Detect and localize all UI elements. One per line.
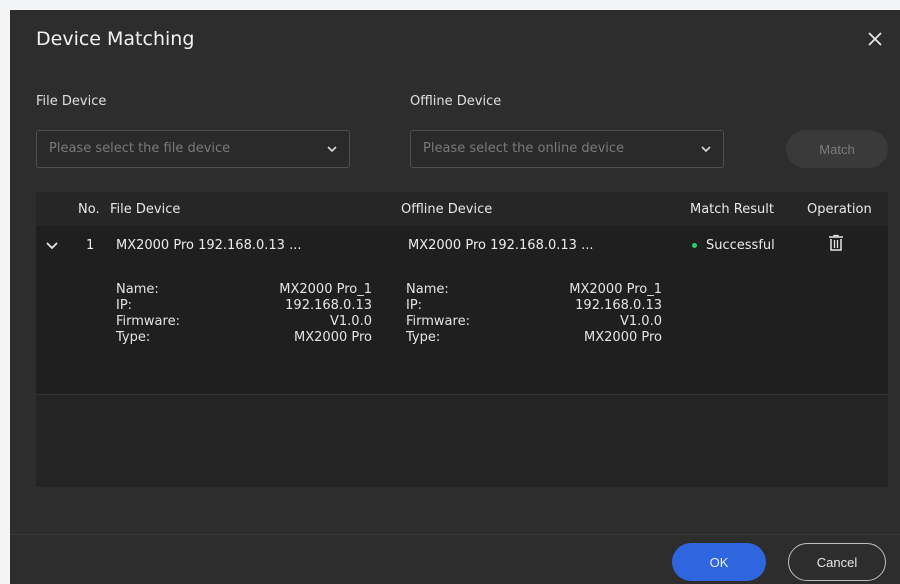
detail-name-label: Name: (116, 282, 159, 297)
file-device-select[interactable]: Please select the file device (36, 130, 350, 168)
close-icon[interactable] (866, 30, 884, 48)
status-dot (692, 243, 697, 248)
header-file-device: File Device (110, 202, 181, 217)
chevron-down-icon[interactable] (46, 240, 58, 250)
file-device-details: Name: MX2000 Pro_1 IP: 192.168.0.13 Firmwa… (116, 282, 372, 346)
file-device-placeholder: Please select the file device (49, 141, 231, 156)
detail-name-value: MX2000 Pro_1 (569, 282, 662, 297)
detail-firmware-value: V1.0.0 (620, 314, 662, 329)
header-operation: Operation (807, 202, 872, 217)
detail-ip-label: IP: (406, 298, 423, 313)
detail-type-value: MX2000 Pro (294, 330, 372, 345)
detail-ip-value: 192.168.0.13 (575, 298, 662, 313)
chevron-down-icon (701, 146, 711, 153)
device-table: No. File Device Offline Device Match Res… (36, 192, 888, 487)
match-button[interactable]: Match (786, 130, 888, 168)
detail-ip-label: IP: (116, 298, 133, 313)
match-status: Successful (706, 238, 775, 253)
header-offline-device: Offline Device (401, 202, 493, 217)
chevron-down-icon (327, 146, 337, 153)
header-no: No. (78, 202, 100, 217)
detail-type-label: Type: (406, 330, 441, 345)
detail-type-value: MX2000 Pro (584, 330, 662, 345)
footer-divider (10, 534, 900, 535)
trash-icon[interactable] (828, 234, 844, 252)
row-file-device: MX2000 Pro 192.168.0.13 ... (116, 238, 302, 253)
cancel-button[interactable]: Cancel (788, 543, 886, 581)
detail-firmware-label: Firmware: (116, 314, 180, 329)
detail-ip-value: 192.168.0.13 (285, 298, 372, 313)
row-number: 1 (86, 238, 95, 253)
detail-name-value: MX2000 Pro_1 (279, 282, 372, 297)
detail-name-label: Name: (406, 282, 449, 297)
detail-type-label: Type: (116, 330, 151, 345)
table-row[interactable]: 1 MX2000 Pro 192.168.0.13 ... MX2000 Pro… (36, 226, 888, 265)
detail-firmware-value: V1.0.0 (330, 314, 372, 329)
file-device-label: File Device (36, 94, 107, 109)
offline-device-label: Offline Device (410, 94, 502, 109)
dialog-title: Device Matching (36, 28, 195, 50)
ok-button[interactable]: OK (672, 543, 766, 581)
table-header: No. File Device Offline Device Match Res… (36, 192, 888, 226)
offline-device-details: Name: MX2000 Pro_1 IP: 192.168.0.13 Firmwa… (406, 282, 662, 346)
header-match-result: Match Result (690, 202, 774, 217)
device-matching-dialog: Device Matching File Device Offline Devi… (10, 10, 900, 584)
offline-device-select[interactable]: Please select the online device (410, 130, 724, 168)
row-offline-device: MX2000 Pro 192.168.0.13 ... (408, 238, 594, 253)
detail-firmware-label: Firmware: (406, 314, 470, 329)
row-details: Name: MX2000 Pro_1 IP: 192.168.0.13 Firmwa… (36, 264, 888, 395)
offline-device-placeholder: Please select the online device (423, 141, 625, 156)
